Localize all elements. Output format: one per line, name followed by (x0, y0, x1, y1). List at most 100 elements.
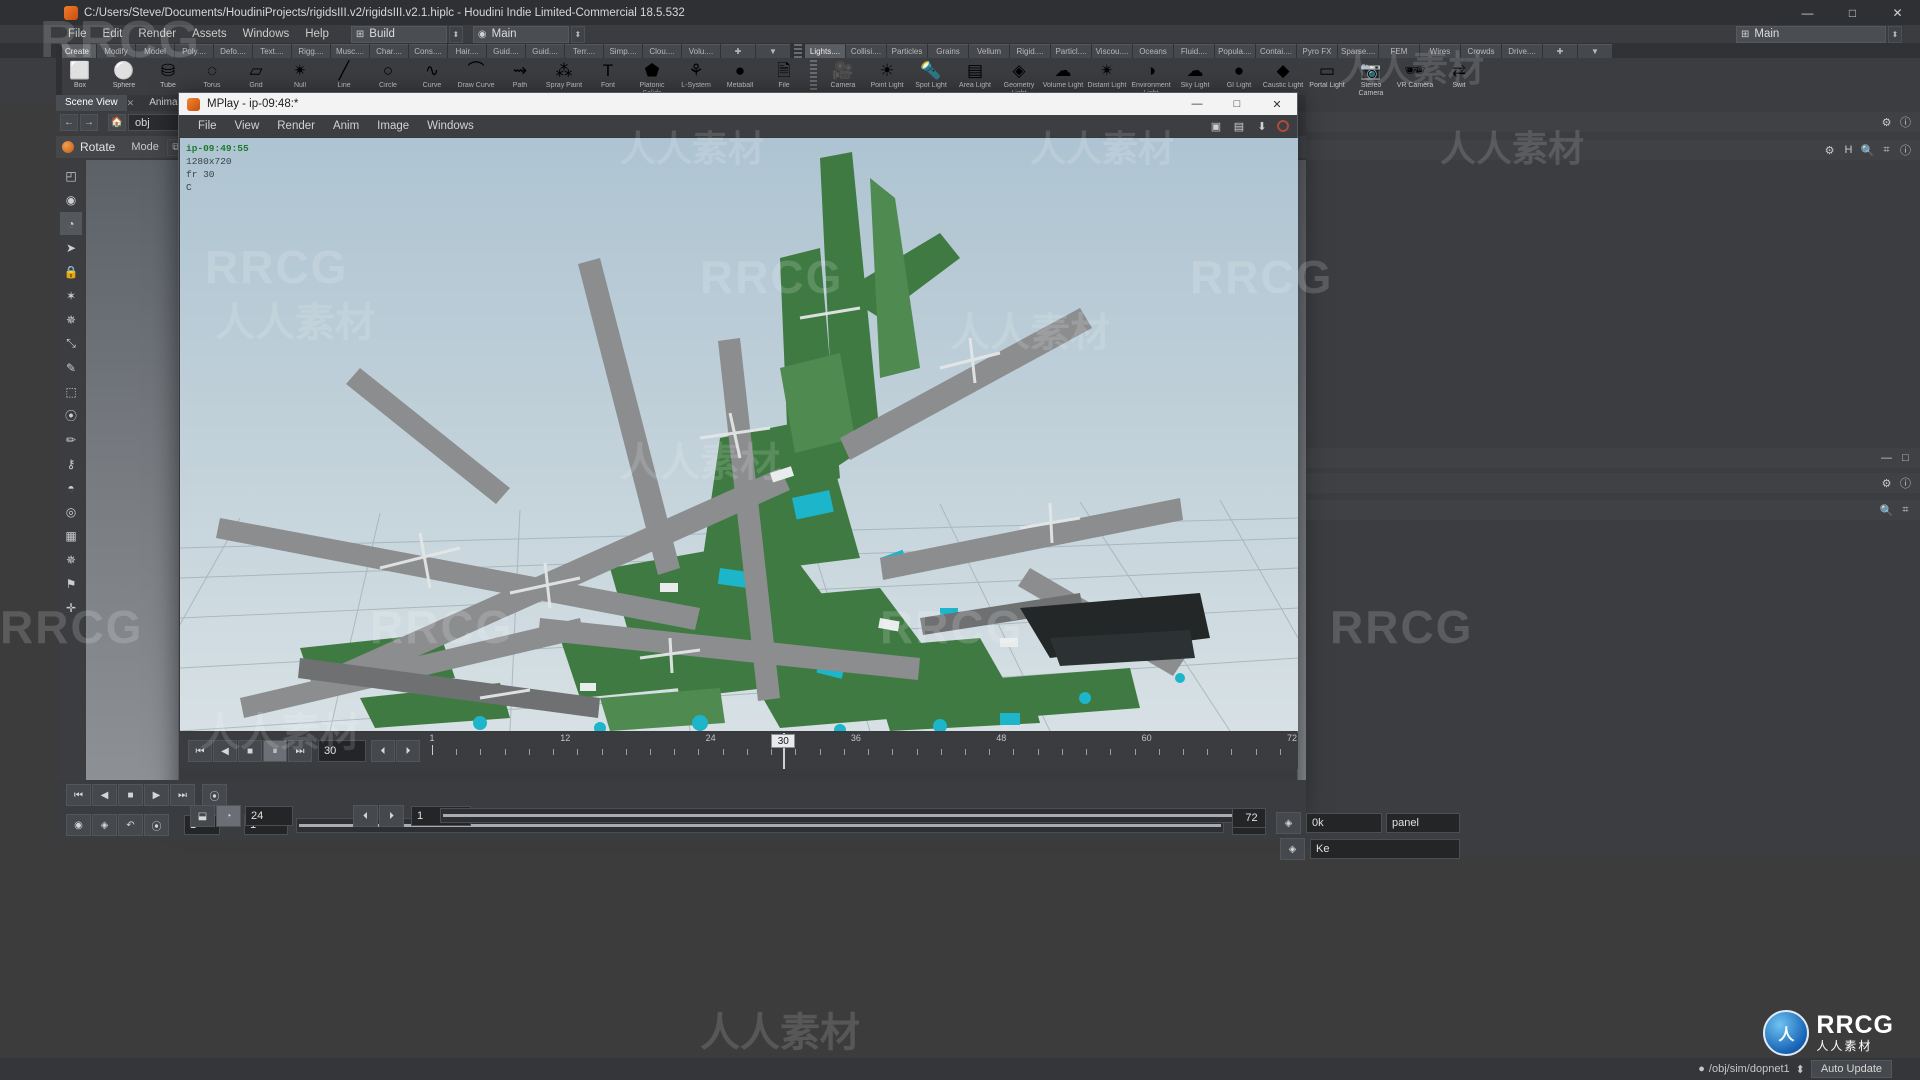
jump-start-button[interactable]: ⏴ (353, 805, 378, 827)
shelf-tab-shelf_row1-7[interactable]: Musc.... (331, 44, 369, 58)
desktop-selector[interactable]: ◉ Main (473, 26, 569, 43)
shelf-tab-shelf_row2-6[interactable]: Particl.... (1051, 44, 1091, 58)
shelf-tab-shelf_row1-4[interactable]: Defo.... (214, 44, 252, 58)
setkey-button[interactable]: ◈ (92, 814, 117, 836)
auto-update-button[interactable]: Auto Update (1811, 1060, 1892, 1078)
close-button[interactable]: ✕ (1875, 0, 1920, 25)
mplay-frame-field[interactable]: 30 (318, 740, 366, 762)
shelf-tab-shelf_row2-5[interactable]: Rigid.... (1010, 44, 1050, 58)
shelf-tab-shelf_row2-3[interactable]: Grains (928, 44, 968, 58)
shelf-tab-shelf_row2-17[interactable]: Drive.... (1502, 44, 1542, 58)
tab-close-icon[interactable]: ✕ (127, 98, 141, 109)
shelf-tab-shelf_row2-7[interactable]: Viscou.... (1092, 44, 1132, 58)
mplay-play-reverse-button[interactable]: ◀ (213, 740, 237, 762)
right-gear-icon[interactable]: ⚙ (1878, 114, 1895, 130)
snap-toggle-button[interactable]: ⬓ (190, 805, 215, 827)
back-button[interactable]: ← (60, 114, 78, 131)
goto-end-button[interactable]: ⏭ (170, 784, 195, 806)
right-frame-icon[interactable]: ⌗ (1878, 142, 1895, 158)
realtime-toggle-button[interactable]: ◔ (216, 805, 241, 827)
right-h-icon[interactable]: H (1840, 142, 1857, 158)
jump-end-button[interactable]: ⏵ (379, 805, 404, 827)
play-button[interactable]: ▶ (144, 784, 169, 806)
camera-tool[interactable]: ◎ (60, 500, 82, 523)
lock-tool[interactable]: 🔒 (60, 260, 82, 283)
panel-field[interactable]: panel (1386, 813, 1460, 833)
shelf-tab-shelf_row2-15[interactable]: Wires (1420, 44, 1460, 58)
shelf-tab-shelf_row2-1[interactable]: Collisi.... (846, 44, 886, 58)
goto-start-button[interactable]: ⏮ (66, 784, 91, 806)
network-search-icon[interactable]: 🔍 (1878, 502, 1895, 518)
magnet-tool[interactable]: ⚷ (60, 452, 82, 475)
pivot-tool[interactable]: ✶ (60, 284, 82, 307)
scale-tool[interactable]: ⤡ (60, 332, 82, 355)
shelf-tab-shelf_row1-0[interactable]: Create (58, 44, 96, 58)
shelf-menu-shelf_row2[interactable]: ▼ (1578, 44, 1612, 58)
shelf-tab-shelf_row2-12[interactable]: Pyro FX (1297, 44, 1337, 58)
mplay-menu-windows[interactable]: Windows (418, 115, 483, 137)
shelf-tab-shelf_row2-0[interactable]: Lights.... (805, 44, 845, 58)
autokey-button[interactable]: ◉ (66, 814, 91, 836)
box-tool[interactable]: ⬚ (60, 380, 82, 403)
measure-tool[interactable]: ⦿ (60, 404, 82, 427)
axis-tool[interactable]: ✛ (60, 596, 82, 619)
right-search-icon[interactable]: 🔍 (1859, 142, 1876, 158)
menu-windows[interactable]: Windows (235, 25, 298, 43)
shelf-add-tab-shelf_row2[interactable]: ✚ (1543, 44, 1577, 58)
home-icon[interactable]: 🏠 (108, 114, 126, 131)
shelf-tab-shelf_row1-8[interactable]: Char.... (370, 44, 408, 58)
shelf-tab-shelf_row1-10[interactable]: Hair.... (448, 44, 486, 58)
shelf-tab-shelf_row2-10[interactable]: Popula.... (1215, 44, 1255, 58)
shelf-tab-shelf_row1-6[interactable]: Rigg.... (292, 44, 330, 58)
menu-edit[interactable]: Edit (95, 25, 131, 43)
shelf-tab-shelf_row1-5[interactable]: Text.... (253, 44, 291, 58)
edit-tool[interactable]: ✏ (60, 428, 82, 451)
status-chevron[interactable]: ⬍ (1796, 1063, 1805, 1076)
tab-scene-view[interactable]: Scene View (56, 95, 127, 111)
shelf-tab-shelf_row1-15[interactable]: Clou.... (643, 44, 681, 58)
snap-tool[interactable]: ✵ (60, 548, 82, 571)
menu-render[interactable]: Render (130, 25, 184, 43)
right-gear-icon-3[interactable]: ⚙ (1878, 475, 1895, 491)
shelf-tab-shelf_row2-8[interactable]: Oceans (1133, 44, 1173, 58)
redo-button[interactable]: ⦿ (144, 814, 169, 836)
shelf-left-grip[interactable] (56, 44, 62, 102)
shelf-tab-shelf_row2-16[interactable]: Crowds (1461, 44, 1501, 58)
mplay-play-button[interactable]: ⏭ (288, 740, 312, 762)
shelf-tab-shelf_row1-9[interactable]: Cons.... (409, 44, 447, 58)
key-button[interactable]: ⦿ (202, 784, 227, 806)
shelf-tab-shelf_row2-14[interactable]: FEM (1379, 44, 1419, 58)
shelf-tab-shelf_row1-16[interactable]: Volu.... (682, 44, 720, 58)
shelf-tab-shelf_row1-3[interactable]: Poly.... (175, 44, 213, 58)
light-tool[interactable]: ◓ (60, 476, 82, 499)
build-selector[interactable]: ⊞ Build (351, 26, 447, 43)
mplay-record-icon[interactable] (1277, 120, 1289, 132)
mplay-menu-render[interactable]: Render (268, 115, 324, 137)
shelf-tab-shelf_row1-11[interactable]: Guid.... (487, 44, 525, 58)
shelf-tab-shelf_row1-2[interactable]: Model (136, 44, 174, 58)
play-reverse-button[interactable]: ◀ (92, 784, 117, 806)
shelf-tab-shelf_row2-9[interactable]: Fluid.... (1174, 44, 1214, 58)
view-tool[interactable]: ◔ (60, 212, 82, 235)
shelf-tab-shelf_row2-13[interactable]: Sparse.... (1338, 44, 1378, 58)
mplay-maximize-button[interactable]: □ (1217, 93, 1257, 115)
menu-file[interactable]: File (60, 25, 95, 43)
minimize-button[interactable]: — (1785, 0, 1830, 25)
mplay-stop-button[interactable]: ■ (238, 740, 262, 762)
paint-tool[interactable]: ✎ (60, 356, 82, 379)
handle-tool[interactable]: ◉ (60, 188, 82, 211)
mplay-goto-start-button[interactable]: ⏮ (188, 740, 212, 762)
shelf-menu-shelf_row1[interactable]: ▼ (756, 44, 790, 58)
right-info-icon[interactable]: ⓘ (1897, 114, 1914, 130)
soft-tool[interactable]: ✵ (60, 308, 82, 331)
menu-help[interactable]: Help (297, 25, 337, 43)
desktop-selector-right[interactable]: ⊞ Main (1736, 26, 1886, 43)
mplay-close-button[interactable]: ✕ (1257, 93, 1297, 115)
timeline-playhead-label[interactable]: 30 (771, 734, 795, 748)
shelf-tab-shelf_row1-14[interactable]: Simp.... (604, 44, 642, 58)
grid-tool[interactable]: ▦ (60, 524, 82, 547)
status-node-path[interactable]: /obj/sim/dopnet1 (1709, 1063, 1790, 1075)
flag-tool[interactable]: ⚑ (60, 572, 82, 595)
select-tool[interactable]: ◰ (60, 164, 82, 187)
shelf-tab-shelf_row1-1[interactable]: Modify (97, 44, 135, 58)
